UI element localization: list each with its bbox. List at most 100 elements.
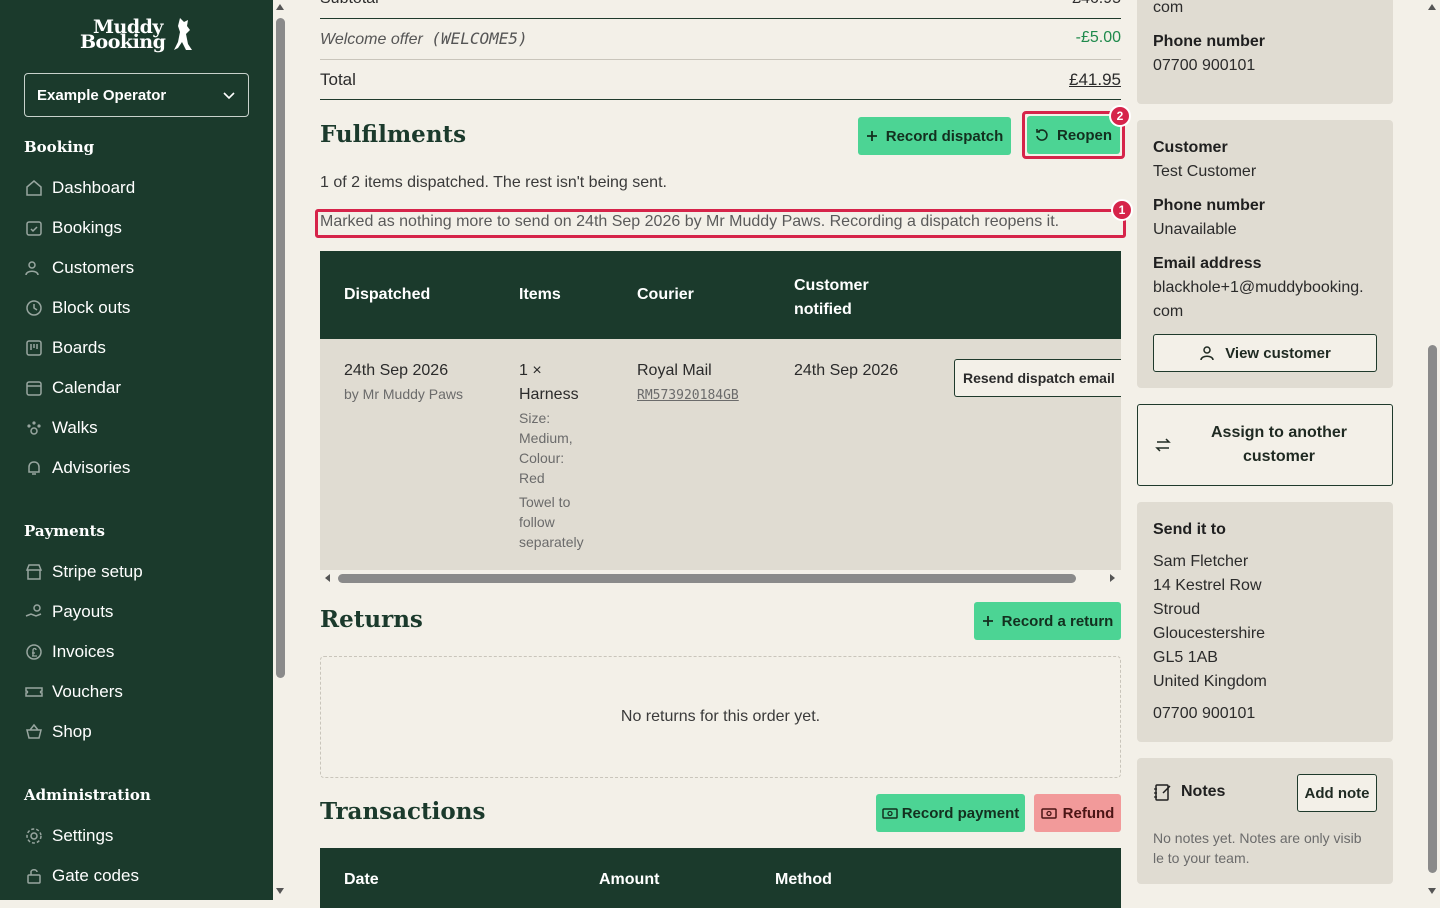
user-icon — [1200, 346, 1214, 361]
plus-icon — [982, 616, 993, 626]
item-note-line: follow — [519, 514, 555, 530]
divider — [320, 99, 1121, 100]
record-dispatch-label: Record dispatch — [885, 127, 1004, 145]
record-dispatch-button[interactable]: Record dispatch — [858, 117, 1011, 155]
sidebar-item-calendar[interactable]: Calendar — [24, 376, 121, 400]
resend-dispatch-email-button[interactable]: Resend dispatch email — [954, 359, 1121, 397]
column-header-dispatched: Dispatched — [344, 286, 431, 303]
email-line-1: blackhole+1@muddybooking. — [1153, 279, 1364, 296]
address-line: Sam Fletcher — [1153, 553, 1249, 570]
bell-icon — [28, 461, 40, 475]
scrollbar-thumb[interactable] — [276, 18, 285, 678]
customer-card: Customer Test Customer Phone number Unav… — [1137, 120, 1393, 388]
muddy-booking-logo[interactable]: Muddy Booking — [80, 16, 196, 56]
sidebar-item-vouchers[interactable]: Vouchers — [24, 680, 123, 704]
assign-line-1: Assign to another — [1210, 424, 1347, 441]
item-quantity: 1 × — [519, 362, 542, 379]
record-payment-label: Record payment — [901, 804, 1020, 822]
view-customer-label: View customer — [1225, 344, 1331, 362]
record-payment-button[interactable]: Record payment — [876, 794, 1025, 832]
sidebar-item-payouts[interactable]: Payouts — [24, 600, 113, 624]
scroll-up-arrow[interactable] — [276, 4, 284, 10]
view-customer-button[interactable]: View customer — [1153, 334, 1377, 372]
address-line: Gloucestershire — [1153, 625, 1266, 642]
add-note-button[interactable]: Add note — [1297, 774, 1377, 812]
sidebar-item-dashboard[interactable]: Dashboard — [24, 176, 135, 200]
sidebar-item-boards[interactable]: Boards — [24, 336, 106, 360]
sidebar-item-label: Vouchers — [52, 682, 123, 701]
customer-notified-date: 24th Sep 2026 — [794, 362, 899, 379]
item-options: Size: Medium, Colour: Red — [519, 408, 573, 488]
dispatched-by: by Mr Muddy Paws — [344, 386, 464, 402]
sidebar-item-block-outs[interactable]: Block outs — [24, 296, 130, 320]
sidebar-item-label: Block outs — [52, 298, 131, 317]
phone-value: 07700 900101 — [1153, 57, 1256, 74]
annotation-badge-1: 1 — [1111, 199, 1133, 221]
sidebar: Muddy Booking Example Operator Booking D… — [0, 0, 273, 900]
sidebar-item-walks[interactable]: Walks — [24, 416, 98, 440]
table-horizontal-scrollbar[interactable] — [320, 570, 1121, 586]
email-label: Email address — [1153, 255, 1262, 272]
sidebar-item-label: Boards — [52, 338, 106, 357]
transactions-table-header: Date Amount Method — [320, 848, 1121, 908]
sidebar-item-label: Payouts — [52, 602, 114, 621]
email-tail: com — [1153, 0, 1184, 16]
column-header-method: Method — [775, 871, 832, 888]
page-scrollbar[interactable] — [1425, 0, 1440, 900]
sidebar-item-bookings[interactable]: Bookings — [24, 216, 122, 240]
dispatch-date: 24th Sep 2026 — [344, 362, 449, 379]
offer-label: Welcome offer — [320, 31, 423, 48]
address-line: Stroud — [1153, 601, 1201, 618]
notebook-pen-icon — [1154, 784, 1171, 801]
tracking-number-link[interactable]: RM573920184GB — [637, 388, 739, 403]
scrollbar-thumb[interactable] — [1428, 345, 1437, 873]
scroll-down-arrow[interactable] — [1428, 888, 1436, 894]
item-option-line: Medium, — [519, 430, 573, 446]
scroll-up-arrow[interactable] — [1428, 4, 1436, 10]
customer-phone-label: Phone number — [1153, 197, 1266, 214]
lock-icon — [27, 869, 41, 884]
operator-select[interactable]: Example Operator — [24, 73, 249, 117]
assign-customer-button[interactable]: Assign to another customer — [1137, 404, 1393, 486]
sidebar-item-customers[interactable]: Customers — [24, 256, 134, 280]
record-return-button[interactable]: Record a return — [974, 602, 1121, 640]
sidebar-item-settings[interactable]: Settings — [24, 824, 113, 848]
divider — [320, 59, 1121, 60]
cash-refund-icon — [1040, 808, 1057, 819]
scroll-down-arrow[interactable] — [276, 888, 284, 894]
sidebar-item-label: Shop — [52, 722, 92, 741]
fulfilments-heading: Fulfilments — [320, 121, 467, 148]
store-icon — [25, 564, 43, 580]
reopen-button[interactable]: Reopen — [1027, 116, 1120, 154]
sidebar-item-shop[interactable]: Shop — [24, 720, 92, 744]
returns-heading: Returns — [320, 606, 423, 633]
item-option-line: Size: — [519, 410, 551, 426]
ticket-icon — [25, 687, 43, 697]
scrollbar-thumb[interactable] — [338, 574, 1076, 583]
contact-card: com Phone number 07700 900101 — [1137, 0, 1393, 104]
sidebar-item-advisories[interactable]: Advisories — [24, 456, 130, 480]
chevron-down-icon — [223, 92, 235, 100]
scroll-right-arrow[interactable] — [1110, 574, 1115, 582]
nav-section-booking: Booking — [24, 138, 95, 156]
sidebar-item-label: Stripe setup — [52, 562, 143, 581]
sidebar-item-gate-codes[interactable]: Gate codes — [24, 864, 139, 888]
sidebar-item-invoices[interactable]: Invoices — [24, 640, 114, 664]
shipping-phone: 07700 900101 — [1153, 705, 1256, 722]
sidebar-scrollbar[interactable] — [273, 0, 288, 900]
send-it-to-card: Send it to Sam Fletcher 14 Kestrel Row S… — [1137, 502, 1393, 742]
sidebar-item-label: Settings — [52, 826, 114, 845]
reopen-label: Reopen — [1056, 126, 1112, 144]
customer-phone-value: Unavailable — [1153, 221, 1237, 238]
notes-empty-line: No notes yet. Notes are only visib — [1153, 830, 1362, 846]
offer-code: (WELCOME5) — [431, 29, 528, 48]
calendar-icon — [26, 381, 42, 396]
address-line: United Kingdom — [1153, 673, 1267, 690]
calendar-check-icon — [26, 221, 42, 236]
rotate-ccw-icon — [1036, 129, 1048, 141]
cash-register-icon — [881, 808, 898, 819]
refund-button[interactable]: Refund — [1034, 794, 1121, 832]
scroll-left-arrow[interactable] — [325, 574, 330, 582]
nav-section-payments: Payments — [24, 522, 106, 540]
sidebar-item-stripe-setup[interactable]: Stripe setup — [24, 560, 143, 584]
